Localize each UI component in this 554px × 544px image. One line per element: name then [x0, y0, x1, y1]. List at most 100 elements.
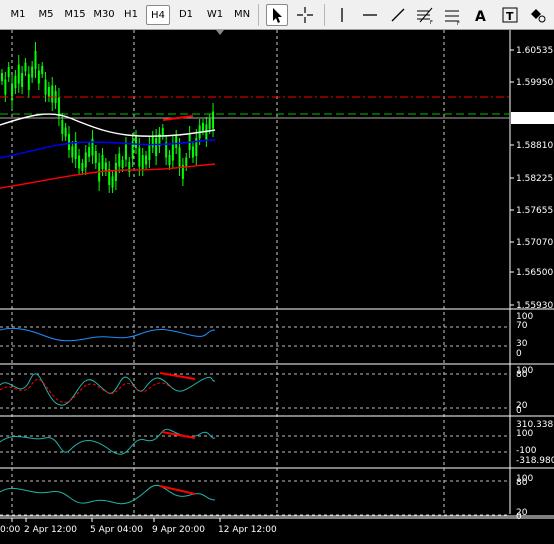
candle-body	[208, 119, 211, 129]
candle-body	[94, 151, 97, 163]
time-label: 0:00	[0, 525, 20, 535]
time-label: 9 Apr 20:00	[152, 525, 205, 535]
indicator-axis-label: 0	[516, 406, 522, 416]
toolbar: M1 M5 M15 M30 H1 H4 D1 W1 MN F F A T	[0, 0, 554, 30]
time-label: 5 Apr 04:00	[90, 525, 143, 535]
candle-body	[138, 147, 141, 167]
indicator-axis-label: 30	[516, 339, 528, 349]
timeframe-h4[interactable]: H4	[146, 5, 170, 25]
chart-overlays	[0, 30, 510, 189]
stochastic-main-line	[0, 373, 216, 406]
candle-body	[168, 155, 171, 165]
timeframe-d1[interactable]: D1	[175, 5, 197, 25]
price-label: 1.59950	[516, 78, 553, 88]
candle-body	[148, 144, 151, 160]
fibonacci-expansion-icon[interactable]: F	[442, 4, 464, 27]
time-label: 12 Apr 12:00	[218, 525, 277, 535]
horizontal-line-icon[interactable]	[359, 4, 381, 26]
candle-body	[114, 163, 117, 181]
timeframe-mn[interactable]: MN	[231, 5, 253, 25]
candle-body	[161, 128, 164, 136]
candle-body	[118, 153, 121, 167]
candle-body	[145, 155, 148, 165]
candle-body	[101, 155, 104, 169]
timeframe-m1[interactable]: M1	[6, 5, 30, 25]
fibonacci-icon[interactable]: F	[414, 4, 436, 26]
candle-body	[141, 155, 144, 169]
candle-body	[57, 97, 60, 117]
candle-body	[64, 127, 67, 137]
svg-text:F: F	[457, 21, 460, 26]
candle-body	[14, 76, 17, 88]
candle-body	[212, 111, 215, 129]
candle-body	[155, 138, 158, 156]
candle-body	[37, 70, 40, 84]
candle-body	[151, 136, 154, 148]
candle-body	[24, 62, 27, 72]
current-price-label: 1.59286	[516, 114, 553, 124]
indicator-axis-label: 100	[516, 429, 533, 439]
candle-body	[178, 147, 181, 167]
price-label: 1.55930	[516, 301, 553, 311]
trendline-icon[interactable]	[387, 4, 409, 26]
price-label: 1.60535	[516, 46, 553, 56]
svg-text:F: F	[430, 20, 433, 26]
candle-body	[51, 85, 54, 103]
price-label: 1.56500	[516, 268, 553, 278]
candle-body	[78, 155, 81, 169]
candle-body	[41, 66, 44, 74]
candle-body	[71, 146, 74, 158]
candle-body	[4, 79, 7, 95]
price-label: 1.57070	[516, 238, 553, 248]
candle-body	[61, 120, 64, 134]
rsi-line	[0, 327, 216, 342]
indicator-axis-label: -318.9804	[516, 456, 554, 466]
indicator-axis-label: -100	[516, 446, 537, 456]
candle-body	[175, 136, 178, 148]
candle-body	[202, 123, 204, 131]
text-icon[interactable]: A	[470, 4, 492, 26]
toolbar-separator	[258, 4, 259, 26]
indicator-axis-label: 80	[516, 370, 528, 380]
stochastic-signal-line	[0, 378, 173, 403]
candle-body	[104, 162, 107, 172]
timeframe-h1[interactable]: H1	[120, 5, 142, 25]
cci-line	[0, 428, 216, 455]
candle-body	[7, 67, 10, 77]
indicator-axis-label: 0	[516, 349, 522, 359]
svg-text:A: A	[475, 9, 486, 25]
timeframe-m5[interactable]: M5	[34, 5, 58, 25]
price-label: 1.57655	[516, 206, 553, 216]
price-chart[interactable]: 1.60535 1.59950 1.58810 1.58225 1.57655 1.570…	[0, 30, 554, 544]
cursor-icon[interactable]	[266, 4, 288, 26]
stochastic-divergence-line	[159, 372, 196, 380]
williams-divergence-line	[159, 485, 196, 495]
candle-body	[21, 73, 24, 87]
timeframe-m15[interactable]: M15	[62, 5, 88, 25]
candle-body	[191, 146, 194, 158]
price-label: 1.58810	[516, 141, 553, 151]
candle-body	[91, 138, 94, 156]
candle-body	[1, 73, 3, 81]
indicator-axis-label: 0	[516, 512, 522, 522]
indicator-axis-label: 70	[516, 321, 528, 331]
moving-average-blue	[0, 139, 216, 159]
price-axis: 1.60535 1.59950 1.58810 1.58225 1.57655 1.570…	[510, 46, 554, 311]
vertical-line-icon[interactable]	[331, 4, 353, 26]
time-label: 2 Apr 12:00	[24, 525, 77, 535]
price-label: 1.58225	[516, 174, 553, 184]
crosshair-icon[interactable]	[294, 4, 316, 26]
candle-body	[44, 79, 47, 95]
candle-body	[171, 143, 174, 161]
svg-text:T: T	[506, 10, 514, 23]
timeframe-w1[interactable]: W1	[204, 5, 226, 25]
chart-shift-marker	[216, 30, 224, 35]
candle-body	[47, 87, 50, 97]
timeframe-m30[interactable]: M30	[91, 5, 117, 25]
shapes-icon[interactable]	[527, 4, 549, 26]
time-axis: 0:00 2 Apr 12:00 5 Apr 04:00 9 Apr 20:00 12 …	[0, 517, 554, 535]
williams-line	[0, 484, 216, 505]
candle-body	[34, 51, 37, 69]
text-label-icon[interactable]: T	[499, 4, 521, 26]
candle-body	[135, 136, 137, 148]
